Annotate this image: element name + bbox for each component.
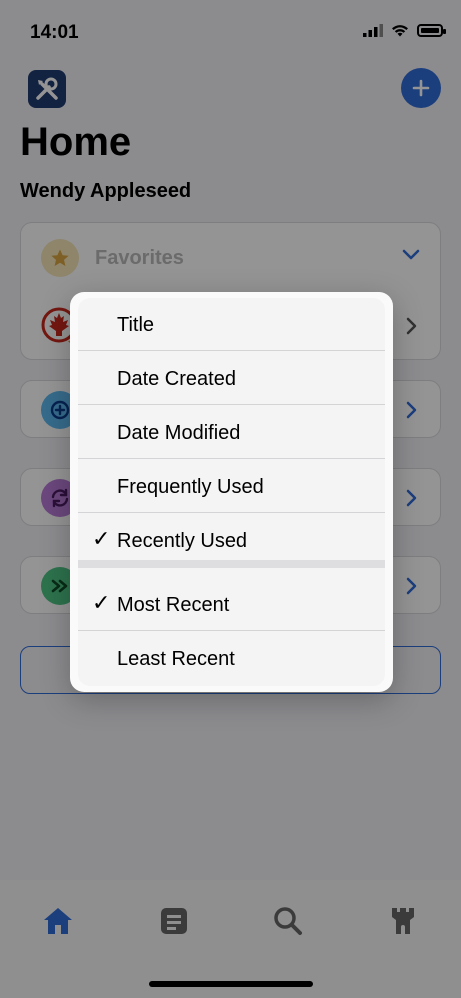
menu-item-date-modified[interactable]: Date Modified bbox=[78, 406, 385, 460]
menu-item-label: Date Modified bbox=[117, 422, 241, 444]
divider bbox=[78, 350, 385, 351]
menu-item-label: Least Recent bbox=[117, 648, 235, 670]
menu-item-most-recent[interactable]: ✓ Most Recent bbox=[78, 578, 385, 632]
menu-item-title[interactable]: Title bbox=[78, 298, 385, 352]
menu-item-date-created[interactable]: Date Created bbox=[78, 352, 385, 406]
checkmark-icon bbox=[92, 313, 112, 333]
menu-item-frequently-used[interactable]: Frequently Used bbox=[78, 460, 385, 514]
divider bbox=[78, 458, 385, 459]
menu-item-label: Date Created bbox=[117, 368, 236, 390]
checkmark-icon bbox=[92, 475, 112, 495]
menu-item-label: Frequently Used bbox=[117, 476, 264, 498]
menu-item-label: Most Recent bbox=[117, 594, 230, 616]
checkmark-icon bbox=[92, 421, 112, 441]
section-separator bbox=[78, 560, 385, 568]
menu-item-least-recent[interactable]: Least Recent bbox=[78, 632, 385, 686]
sort-menu: Title Date Created Date Modified Frequen… bbox=[70, 292, 393, 692]
divider bbox=[78, 404, 385, 405]
sort-menu-list: Title Date Created Date Modified Frequen… bbox=[78, 298, 385, 686]
checkmark-icon bbox=[92, 367, 112, 387]
menu-item-label: Recently Used bbox=[117, 530, 248, 552]
checkmark-icon: ✓ bbox=[92, 526, 111, 551]
divider bbox=[78, 512, 385, 513]
menu-item-label: Title bbox=[117, 314, 155, 336]
divider bbox=[78, 630, 385, 631]
checkmark-icon bbox=[92, 647, 112, 667]
checkmark-icon: ✓ bbox=[92, 590, 111, 615]
